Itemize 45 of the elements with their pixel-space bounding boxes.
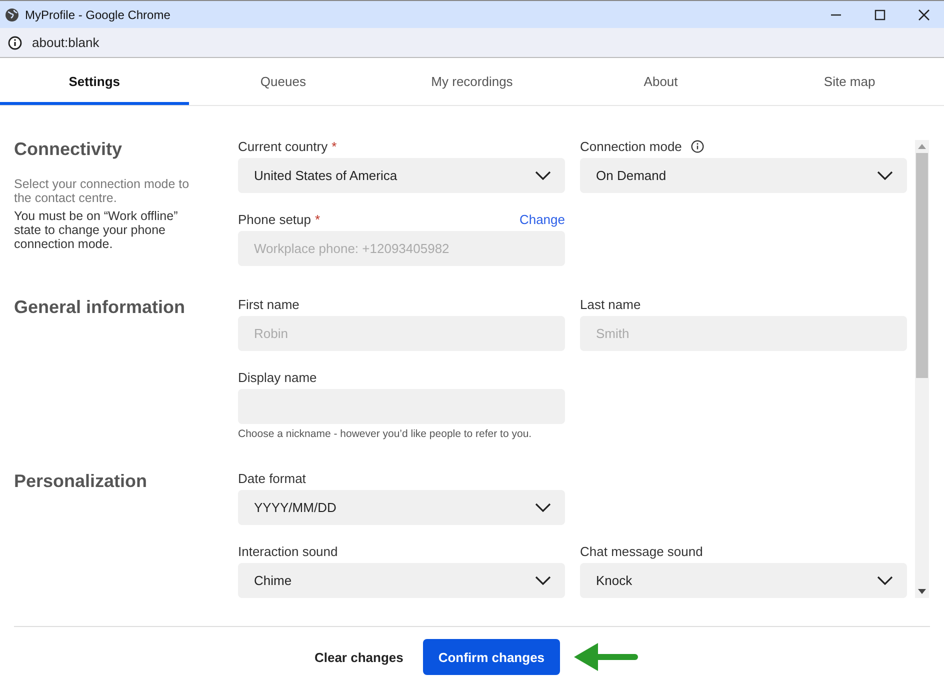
maximize-icon[interactable] [874, 8, 886, 20]
field-label: Current country [238, 138, 328, 154]
dropdown[interactable]: Knock [580, 563, 907, 598]
window-title: MyProfile - Google Chrome [25, 8, 170, 22]
dropdown[interactable]: On Demand [580, 158, 907, 193]
field-label: First name [238, 296, 300, 312]
dropdown[interactable]: United States of America [238, 158, 565, 193]
info-icon[interactable] [8, 36, 22, 50]
clear-button[interactable]: Clear changes [314, 642, 404, 672]
info-icon[interactable] [690, 140, 704, 152]
tab[interactable]: Queues [188, 58, 378, 105]
chevron-down-icon[interactable] [535, 576, 551, 585]
section-heading: General information [14, 297, 186, 318]
field-label: Phone setup [238, 212, 312, 226]
chevron-down-icon[interactable] [877, 576, 893, 585]
tab[interactable]: Site map [755, 58, 944, 105]
arrow-annotation [574, 642, 638, 672]
required-mark: * [315, 212, 320, 226]
field-label: Interaction sound [238, 544, 338, 558]
required-mark: * [332, 138, 337, 154]
helper-text: Choose a nickname - however you’d like people to refer to you. [238, 428, 533, 440]
description-text: Select your connection mode to the contact centre. [14, 177, 190, 205]
chevron-down-icon[interactable] [535, 503, 551, 512]
dropdown[interactable]: Chime [238, 563, 565, 598]
field-label: Last name [580, 296, 641, 312]
scroll-down-icon[interactable] [918, 589, 926, 594]
confirm-button[interactable]: Confirm changes [423, 639, 560, 675]
description-text: You must be on “Work offline” state to change your phone connection mode. [14, 209, 179, 251]
field-label: Date format [238, 470, 306, 486]
tab[interactable]: Settings [0, 58, 189, 105]
address-text[interactable]: about:blank [32, 35, 100, 50]
section-heading: Connectivity [14, 139, 124, 160]
field-label: Display name [238, 370, 317, 384]
chevron-down-icon[interactable] [877, 171, 893, 180]
chevron-down-icon[interactable] [535, 171, 551, 180]
close-icon[interactable] [918, 8, 930, 20]
tab[interactable]: My recordings [378, 58, 566, 105]
field-label: Chat message sound [580, 544, 703, 558]
tab[interactable]: About [566, 58, 756, 105]
dropdown[interactable]: YYYY/MM/DD [238, 490, 565, 525]
scrollbar[interactable] [915, 140, 929, 598]
scrollbar-thumb[interactable] [916, 153, 928, 378]
field-label: Connection mode [580, 138, 682, 154]
globe-icon [5, 8, 19, 22]
section-heading: Personalization [14, 471, 148, 492]
